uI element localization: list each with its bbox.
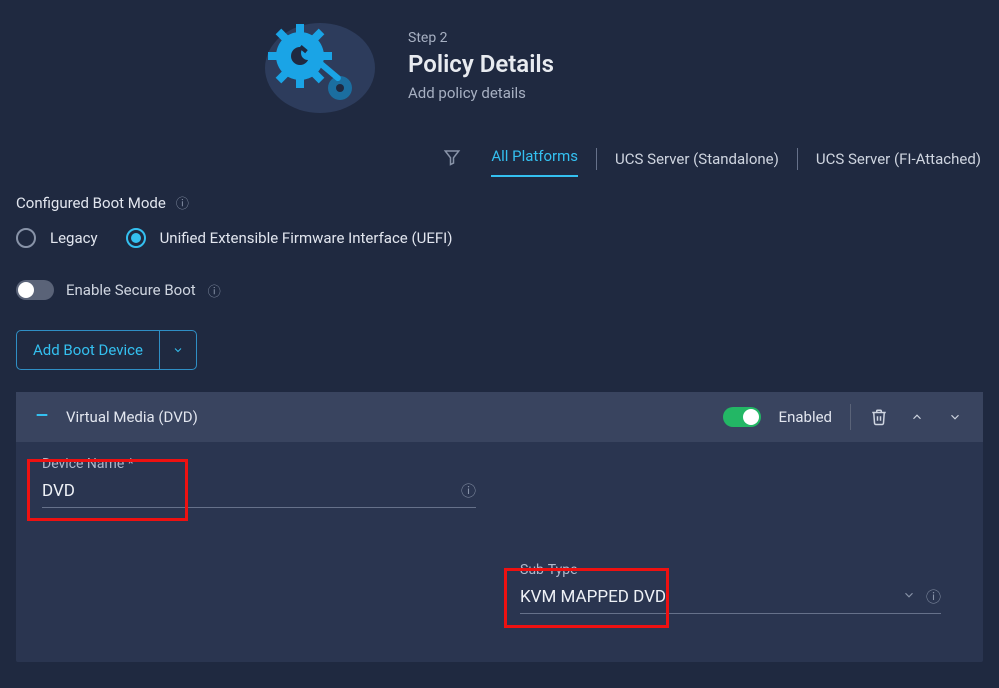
device-name-label: Device Name *: [42, 456, 476, 472]
collapse-icon[interactable]: [34, 407, 50, 427]
add-boot-device-label: Add Boot Device: [17, 331, 159, 369]
subtype-select[interactable]: KVM MAPPED DVD: [520, 587, 902, 607]
add-boot-device-caret[interactable]: [159, 331, 196, 369]
device-enabled-label: Enabled: [779, 408, 832, 426]
page-subtitle: Add policy details: [408, 84, 554, 102]
info-icon[interactable]: ⓘ: [926, 586, 941, 607]
delete-icon[interactable]: [869, 407, 889, 427]
boot-device-title: Virtual Media (DVD): [66, 408, 198, 426]
subtype-label: Sub-Type: [520, 562, 941, 578]
tab-ucs-standalone[interactable]: UCS Server (Standalone): [615, 144, 779, 174]
chevron-down-icon[interactable]: [902, 588, 916, 606]
divider: [850, 404, 851, 430]
info-icon[interactable]: ⓘ: [208, 281, 221, 300]
wizard-step-number: Step 2: [408, 30, 554, 46]
filter-icon[interactable]: [443, 148, 461, 170]
add-boot-device-button[interactable]: Add Boot Device: [16, 330, 197, 370]
page-title: Policy Details: [408, 50, 554, 78]
device-name-input[interactable]: DVD: [42, 481, 461, 501]
boot-mode-radio-uefi[interactable]: [126, 228, 146, 248]
wizard-step-icon: [260, 18, 380, 113]
tab-ucs-fi-attached[interactable]: UCS Server (FI-Attached): [816, 144, 981, 174]
move-up-icon[interactable]: [907, 407, 927, 427]
boot-mode-radio-legacy[interactable]: [16, 228, 36, 248]
tab-all-platforms[interactable]: All Platforms: [491, 141, 578, 177]
info-icon[interactable]: ⓘ: [176, 193, 189, 212]
secure-boot-label: Enable Secure Boot: [66, 281, 196, 299]
boot-mode-option-uefi: Unified Extensible Firmware Interface (U…: [160, 229, 453, 247]
device-enabled-toggle[interactable]: [723, 407, 761, 427]
tab-divider: [596, 148, 597, 170]
boot-mode-option-legacy: Legacy: [50, 229, 98, 247]
tab-divider: [797, 148, 798, 170]
secure-boot-toggle[interactable]: [16, 280, 54, 300]
boot-mode-label: Configured Boot Mode: [16, 194, 166, 212]
move-down-icon[interactable]: [945, 407, 965, 427]
info-icon[interactable]: ⓘ: [461, 480, 476, 501]
